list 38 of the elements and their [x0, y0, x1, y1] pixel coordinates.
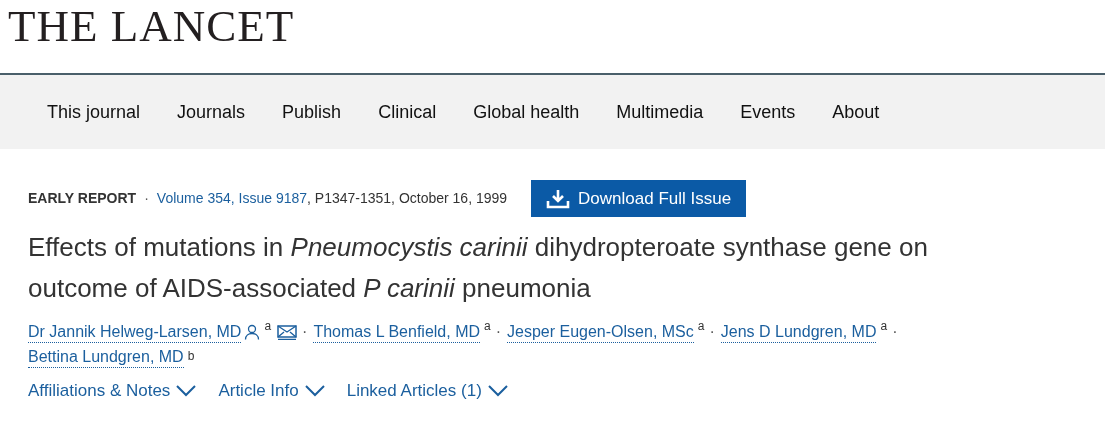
chevron-down-icon: [176, 384, 197, 397]
affiliation-mark: a: [484, 319, 491, 333]
download-icon: [546, 188, 571, 209]
author-link[interactable]: Bettina Lundgren, MD: [28, 347, 184, 368]
affiliation-mark: a: [264, 319, 272, 333]
separator: ·: [892, 322, 898, 342]
affiliation-mark: b: [187, 349, 195, 363]
author-link[interactable]: Thomas L Benfield, MD: [313, 321, 480, 343]
chevron-down-icon: [487, 384, 508, 397]
email-icon[interactable]: [277, 324, 298, 340]
nav-link[interactable]: This journal: [47, 98, 141, 126]
issue-link[interactable]: Volume 354, Issue 9187: [156, 188, 308, 209]
nav-link[interactable]: Events: [740, 98, 796, 126]
publication-details: , P1347-1351, October 16, 1999: [307, 189, 508, 208]
affiliation-mark: a: [880, 319, 888, 333]
chevron-down-icon: [304, 384, 325, 397]
article-type: EARLY REPORT: [28, 189, 137, 208]
expand-toggle[interactable]: Article Info: [218, 378, 325, 404]
author-link[interactable]: Dr Jannik Helweg-Larsen, MD: [28, 321, 242, 343]
author-link[interactable]: Jens D Lundgren, MD: [720, 321, 877, 343]
person-icon[interactable]: [244, 324, 261, 340]
nav-link[interactable]: Global health: [473, 98, 580, 126]
nav-link[interactable]: Publish: [282, 98, 342, 126]
article-title: Effects of mutations in Pneumocystis carinii dihydropteroate synthase gene on outcome of AIDS-associated P carinii pneumonia: [28, 231, 929, 305]
expand-toggle[interactable]: Affiliations & Notes: [28, 378, 197, 404]
separator: ·: [495, 322, 502, 342]
separator: ·: [709, 322, 715, 342]
nav-link[interactable]: Multimedia: [616, 98, 704, 126]
nav-link[interactable]: Clinical: [378, 98, 437, 126]
logo[interactable]: THE LANCET: [8, 1, 295, 51]
affiliation-mark: a: [697, 319, 705, 333]
nav-link[interactable]: Journals: [177, 98, 246, 126]
nav-link[interactable]: About: [832, 98, 880, 126]
separator: ·: [144, 189, 149, 208]
author-link[interactable]: Jesper Eugen-Olsen, MSc: [507, 321, 694, 343]
expand-toggle[interactable]: Linked Articles (1): [346, 378, 508, 404]
separator: ·: [302, 322, 308, 342]
download-button[interactable]: Download Full Issue: [531, 180, 747, 217]
